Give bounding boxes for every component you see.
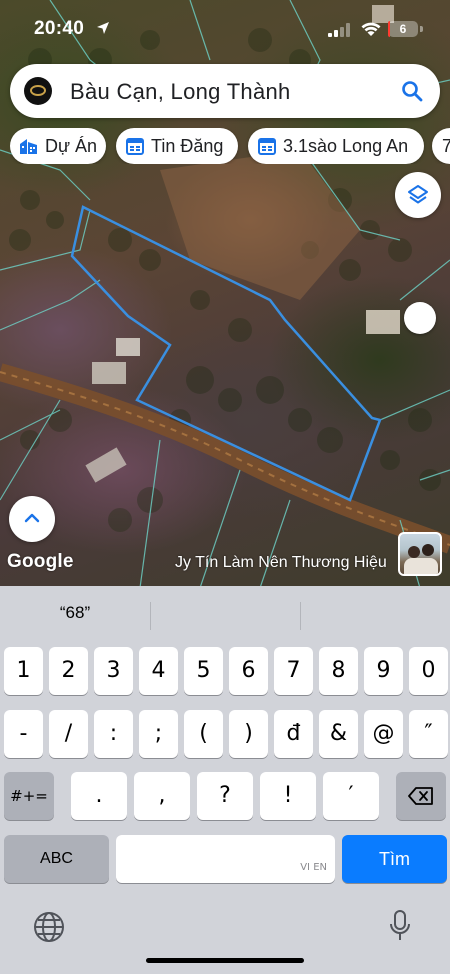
chip-label: 7 [442,136,450,156]
key-5[interactable]: 5 [184,647,223,695]
calendar-icon [258,138,276,155]
logo-mark [30,85,46,96]
key-3[interactable]: 3 [94,647,133,695]
status-time: 20:40 [34,18,85,39]
chip-du-an[interactable]: Dự Án [10,128,106,164]
thumbnail-figure [422,544,434,556]
search-icon[interactable] [400,79,424,103]
key-dong-sign[interactable]: đ [274,710,313,758]
chip-label: Dự Án [45,136,98,156]
microphone-icon[interactable] [388,909,412,943]
layers-icon [408,185,428,204]
key-ampersand[interactable]: & [319,710,358,758]
key-exclamation[interactable]: ! [260,772,316,820]
battery-level: 6 [399,22,407,36]
layers-button[interactable] [395,172,441,218]
key-more-symbols[interactable]: #+= [4,772,54,820]
thumbnail-figure [404,558,438,574]
delete-key[interactable] [396,772,446,820]
expand-panel-button[interactable] [9,496,55,542]
key-double-prime[interactable]: ″ [409,710,448,758]
chip-label: 3.1sào Long An [283,136,409,156]
globe-icon[interactable] [33,911,65,943]
key-period[interactable]: . [71,772,127,820]
keyboard: “68” 1 2 3 4 5 6 7 8 9 0 - / : ; ( ) đ &… [0,586,450,974]
battery-icon: 6 [388,21,418,37]
map-view[interactable]: 20:40 6 Bàu Cạn, Long Thành Dự Án Tin Đă… [0,0,450,588]
map-caption: Jy Tín Làm Nên Thương Hiệu [175,554,387,571]
location-arrow-icon [97,22,109,34]
battery-cap [420,26,423,32]
project-icon [20,139,37,154]
key-8[interactable]: 8 [319,647,358,695]
key-6[interactable]: 6 [229,647,268,695]
key-hyphen[interactable]: - [4,710,43,758]
search-bar[interactable]: Bàu Cạn, Long Thành [10,64,440,118]
key-close-paren[interactable]: ) [229,710,268,758]
home-indicator[interactable] [146,958,304,963]
cellular-signal-icon [328,23,350,37]
suggestion-divider [150,602,151,630]
search-query[interactable]: Bàu Cạn, Long Thành [70,79,291,105]
backspace-icon [408,787,433,805]
chip-label: Tin Đăng [151,136,224,156]
drag-handle[interactable] [404,302,436,334]
chip-tin-dang[interactable]: Tin Đăng [116,128,238,164]
thumbnail-figure [408,546,420,558]
calendar-icon [126,138,144,155]
key-at[interactable]: @ [364,710,403,758]
key-1[interactable]: 1 [4,647,43,695]
suggestion-item[interactable]: “68” [0,603,150,623]
suggestion-bar: “68” [0,586,450,644]
key-question[interactable]: ? [197,772,253,820]
company-logo[interactable] [24,77,52,105]
wifi-icon [361,22,381,36]
key-prime[interactable]: ′ [323,772,379,820]
key-slash[interactable]: / [49,710,88,758]
status-bar: 20:40 6 [0,0,450,56]
suggestion-divider [300,602,301,630]
google-attribution: Google [7,551,74,572]
key-9[interactable]: 9 [364,647,403,695]
chip-3-1-sao-long-an[interactable]: 3.1sào Long An [248,128,424,164]
key-comma[interactable]: , [134,772,190,820]
key-2[interactable]: 2 [49,647,88,695]
key-open-paren[interactable]: ( [184,710,223,758]
key-colon[interactable]: : [94,710,133,758]
space-bar[interactable]: VI EN [116,835,335,883]
key-semicolon[interactable]: ; [139,710,178,758]
chevron-up-icon [24,513,40,523]
key-4[interactable]: 4 [139,647,178,695]
chip-more[interactable]: 7 [432,128,450,164]
key-7[interactable]: 7 [274,647,313,695]
key-0[interactable]: 0 [409,647,448,695]
search-go-key[interactable]: Tìm [342,835,447,883]
filter-chips: Dự Án Tin Đăng 3.1sào Long An 7 [10,128,450,164]
photo-thumbnail[interactable] [398,532,442,576]
abc-key[interactable]: ABC [4,835,109,883]
